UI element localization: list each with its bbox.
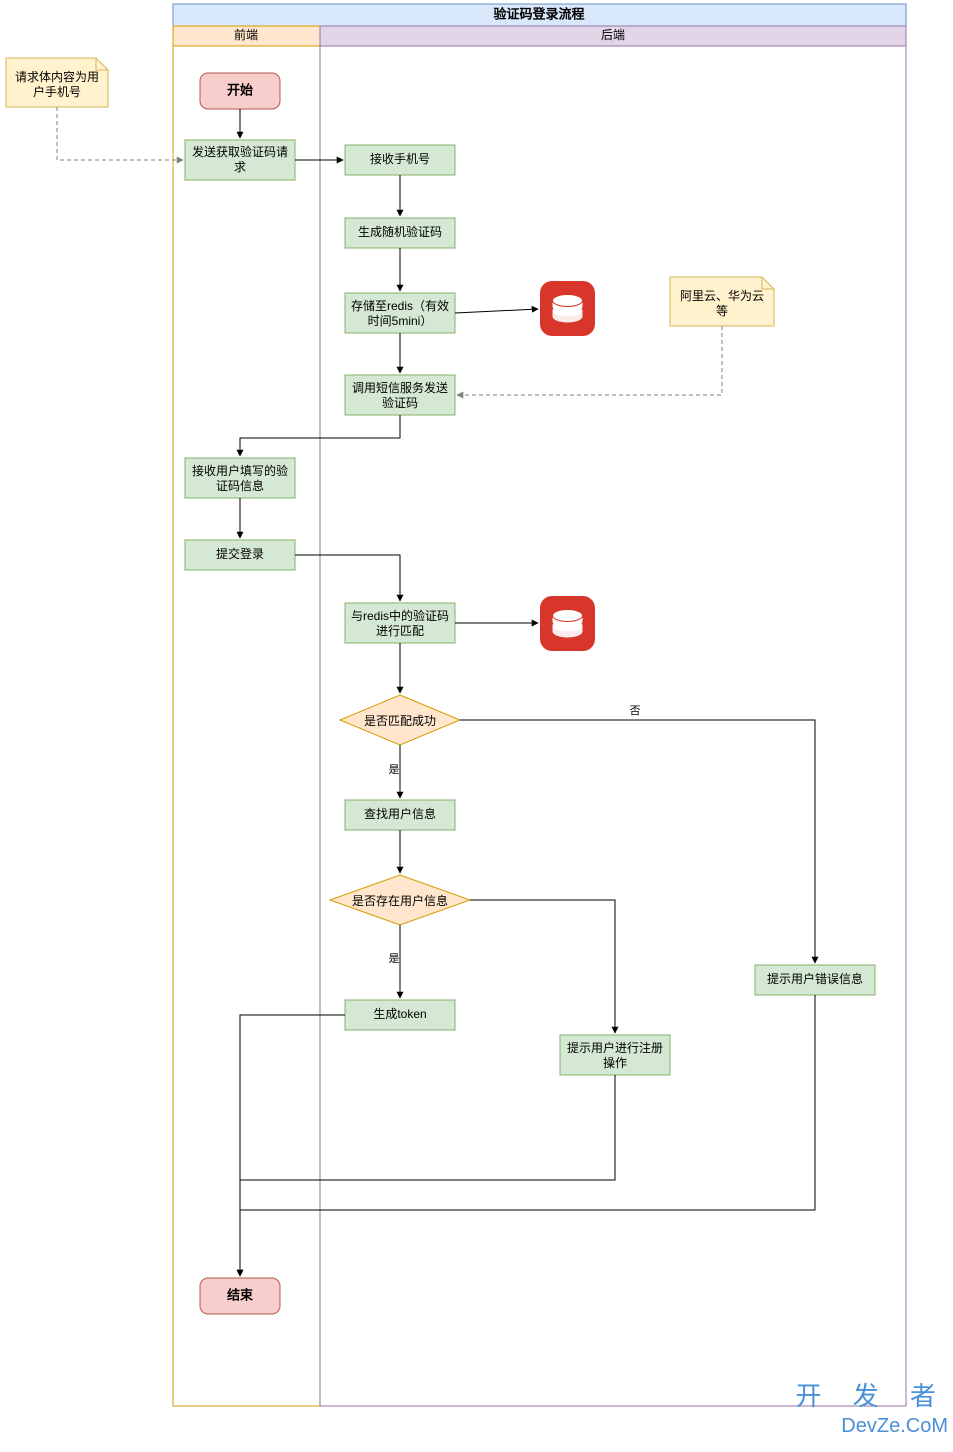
svg-text:是否存在用户信息: 是否存在用户信息 [352, 893, 448, 908]
node-generate-code: 生成随机验证码 [345, 218, 455, 248]
watermark-line2: DevZe.CoM [841, 1415, 948, 1437]
node-submit-login: 提交登录 [185, 540, 295, 570]
edge [460, 720, 815, 963]
node-match-redis: 与redis中的验证码 进行匹配 [345, 603, 455, 643]
node-receive-user-code: 接收用户填写的验 证码信息 [185, 458, 295, 498]
node-find-user: 查找用户信息 [345, 800, 455, 830]
edge-label-yes: 是 [389, 763, 400, 776]
edge [246, 995, 815, 1210]
title-text: 验证码登录流程 [493, 6, 584, 21]
note-cloud-providers: 阿里云、华为云 等 [670, 277, 774, 326]
svg-text:进行匹配: 进行匹配 [376, 624, 424, 638]
lane-frontend-label: 前端 [234, 27, 258, 42]
note-request-body: 请求体内容为用 户手机号 [6, 58, 108, 107]
node-end: 结束 [200, 1278, 280, 1314]
redis-icon [540, 281, 595, 336]
edge [455, 309, 538, 313]
svg-text:请求体内容为用: 请求体内容为用 [15, 69, 99, 84]
svg-text:存储至redis（有效: 存储至redis（有效 [351, 298, 449, 313]
svg-text:时间5mini）: 时间5mini） [368, 314, 433, 328]
edge [240, 1075, 615, 1276]
svg-text:等: 等 [716, 304, 728, 318]
node-send-request: 发送获取验证码请 求 [185, 140, 295, 180]
svg-text:开始: 开始 [227, 82, 253, 97]
svg-text:验证码: 验证码 [382, 395, 418, 410]
edge-note-to-send [57, 107, 183, 160]
svg-text:提示用户进行注册: 提示用户进行注册 [567, 1040, 663, 1055]
edge [470, 900, 615, 1033]
svg-text:调用短信服务发送: 调用短信服务发送 [352, 380, 448, 395]
node-generate-token: 生成token [345, 1000, 455, 1030]
svg-text:提示用户错误信息: 提示用户错误信息 [767, 971, 863, 986]
svg-text:户手机号: 户手机号 [33, 84, 81, 99]
edge-label-no: 否 [630, 705, 641, 717]
node-prompt-register: 提示用户进行注册 操作 [560, 1035, 670, 1075]
edge [295, 555, 400, 601]
svg-text:生成随机验证码: 生成随机验证码 [358, 224, 442, 239]
redis-icon [540, 596, 595, 651]
svg-text:查找用户信息: 查找用户信息 [364, 806, 436, 821]
flowchart-canvas: 验证码登录流程 前端 后端 请求体内容为用 户手机号 开始 发送获取验证码请 求… [0, 0, 953, 1452]
svg-text:结束: 结束 [227, 1287, 254, 1302]
svg-text:阿里云、华为云: 阿里云、华为云 [680, 289, 764, 303]
svg-text:求: 求 [234, 160, 246, 174]
svg-text:是否匹配成功: 是否匹配成功 [364, 714, 436, 728]
node-prompt-error: 提示用户错误信息 [755, 965, 875, 995]
svg-text:证码信息: 证码信息 [216, 478, 264, 493]
edge-label-yes: 是 [389, 952, 400, 965]
svg-text:接收手机号: 接收手机号 [370, 151, 430, 166]
edge [246, 1075, 615, 1180]
watermark-line1: 开 发 者 [796, 1381, 948, 1411]
svg-text:提交登录: 提交登录 [216, 546, 264, 561]
edge [240, 1015, 345, 1276]
node-store-redis: 存储至redis（有效 时间5mini） [345, 293, 455, 333]
node-decision-user-exist: 是否存在用户信息 [330, 875, 470, 925]
lane-backend-label: 后端 [601, 28, 625, 42]
node-call-sms: 调用短信服务发送 验证码 [345, 375, 455, 415]
edge-note-to-sms [457, 326, 722, 395]
svg-text:生成token: 生成token [373, 1007, 426, 1021]
svg-text:与redis中的验证码: 与redis中的验证码 [351, 608, 449, 623]
svg-text:发送获取验证码请: 发送获取验证码请 [192, 144, 288, 159]
node-start: 开始 [200, 73, 280, 109]
svg-text:接收用户填写的验: 接收用户填写的验 [192, 463, 288, 478]
svg-text:操作: 操作 [603, 1055, 627, 1070]
lane-header: 验证码登录流程 前端 后端 [173, 4, 906, 1406]
node-receive-phone: 接收手机号 [345, 145, 455, 175]
node-decision-match: 是否匹配成功 [340, 695, 460, 745]
